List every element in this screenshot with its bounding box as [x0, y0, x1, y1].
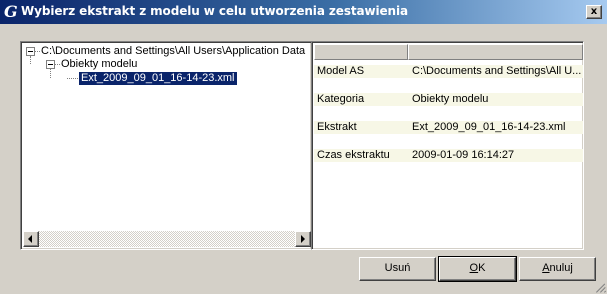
close-button[interactable]: x	[586, 5, 602, 19]
collapse-icon[interactable]	[46, 60, 55, 69]
tree-node-extract-file[interactable]: Ext_2009_09_01_16-14-23.xml	[79, 72, 237, 85]
delete-button[interactable]: Usuń	[359, 257, 436, 281]
column-header-name[interactable]	[314, 44, 408, 60]
tree-connector	[50, 69, 52, 78]
scroll-track[interactable]	[39, 231, 295, 247]
app-icon: G	[4, 2, 18, 21]
arrow-right-icon	[301, 235, 305, 243]
title-bar[interactable]: G Wybierz ekstrakt z modelu w celu utwor…	[0, 0, 607, 24]
tree-node-root[interactable]: C:\Documents and Settings\All Users\Appl…	[41, 45, 305, 58]
window-title: Wybierz ekstrakt z modelu w celu utworze…	[21, 4, 408, 18]
close-icon: x	[590, 6, 598, 17]
tree-node-category[interactable]: Obiekty modelu	[61, 58, 137, 71]
property-row[interactable]: Model AS C:\Documents and Settings\All U…	[314, 65, 583, 78]
properties-grid[interactable]: Model AS C:\Documents and Settings\All U…	[311, 41, 584, 250]
collapse-icon[interactable]	[26, 47, 35, 56]
property-row[interactable]: Kategoria Obiekty modelu	[314, 93, 583, 106]
extract-tree[interactable]: C:\Documents and Settings\All Users\Appl…	[20, 41, 312, 250]
property-name: Model AS	[317, 65, 365, 77]
arrow-left-icon	[28, 235, 32, 243]
ok-button[interactable]: OK	[438, 256, 517, 282]
property-row[interactable]: Ekstrakt Ext_2009_09_01_16-14-23.xml	[314, 121, 583, 134]
property-row[interactable]: Czas ekstraktu 2009-01-09 16:14:27	[314, 149, 583, 162]
property-name: Kategoria	[317, 93, 365, 105]
scroll-left-button[interactable]	[23, 231, 39, 247]
scroll-right-button[interactable]	[295, 231, 311, 247]
property-name: Czas ekstraktu	[317, 149, 390, 161]
property-name: Ekstrakt	[317, 121, 357, 133]
grid-header	[314, 44, 583, 60]
tree-connector	[35, 51, 40, 53]
column-header-value[interactable]	[408, 44, 583, 60]
property-value: Ext_2009_09_01_16-14-23.xml	[412, 121, 566, 133]
horizontal-scrollbar[interactable]	[23, 231, 311, 247]
tree-connector	[67, 78, 78, 80]
property-value: 2009-01-09 16:14:27	[412, 149, 515, 161]
property-value: C:\Documents and Settings\All U...	[412, 65, 582, 77]
cancel-button[interactable]: Anuluj	[519, 257, 596, 281]
tree-connector	[55, 64, 60, 66]
resize-grip-icon[interactable]	[594, 281, 607, 293]
tree-connector	[30, 56, 32, 64]
property-value: Obiekty modelu	[412, 93, 489, 105]
